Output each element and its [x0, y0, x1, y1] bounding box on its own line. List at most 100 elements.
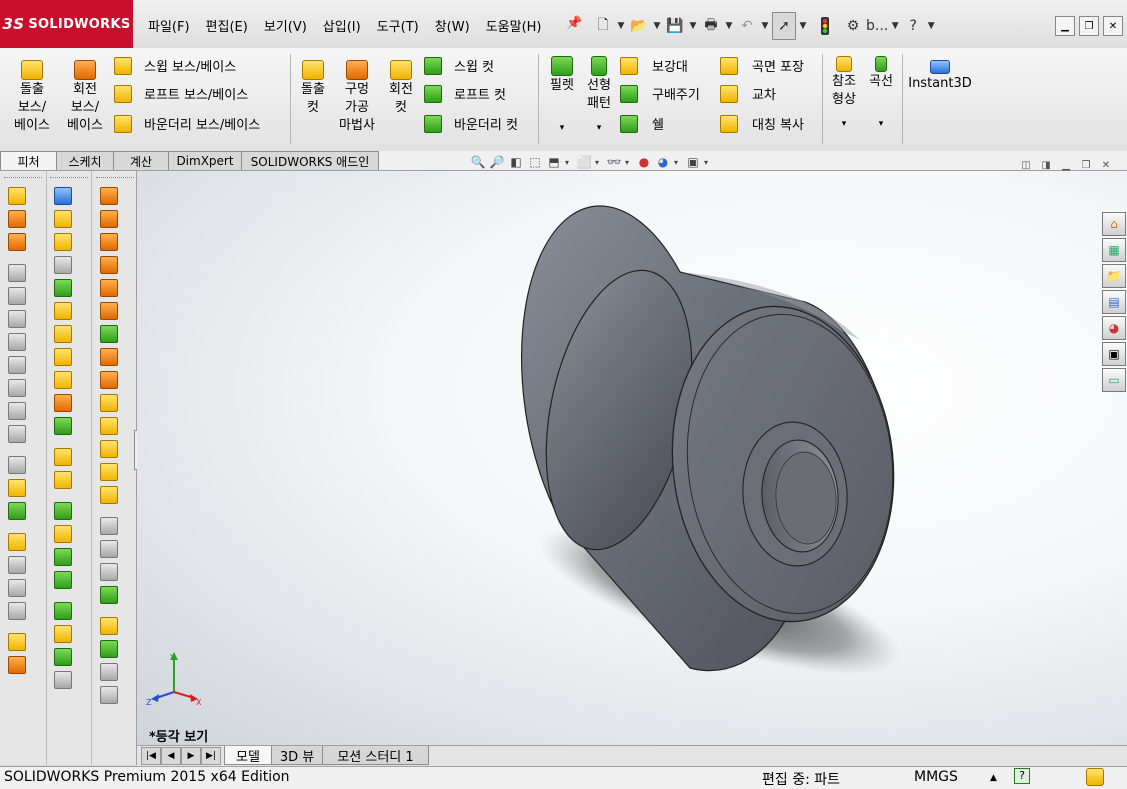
save-dropdown-icon[interactable]: ▼: [688, 21, 698, 31]
extrude-boss-button[interactable]: 돌출 보스/ 베이스: [10, 60, 54, 135]
apply-scene-icon[interactable]: ◕: [655, 155, 671, 169]
dome-icon[interactable]: [8, 502, 26, 520]
doc-close-icon[interactable]: ✕: [1099, 159, 1113, 171]
shell-icon[interactable]: [8, 379, 26, 397]
move-icon[interactable]: [8, 533, 26, 551]
reference-geometry-dropdown-icon[interactable]: ▾: [826, 115, 862, 133]
menu-item-1[interactable]: 편집(E): [198, 14, 256, 38]
solidworks-logo-icon[interactable]: 3S SOLIDWORKS: [0, 0, 133, 48]
edit-appearance-icon[interactable]: ●: [636, 155, 652, 169]
extend-surface-icon[interactable]: [100, 371, 118, 389]
surface-extrude-icon[interactable]: [100, 187, 118, 205]
wrap-icon[interactable]: [8, 479, 26, 497]
surface-sweep-icon[interactable]: [100, 233, 118, 251]
loft-cut-button[interactable]: 로프트 컷: [424, 84, 506, 103]
untrim-icon[interactable]: [100, 563, 118, 581]
help-status-icon[interactable]: ?: [1014, 768, 1030, 784]
rib-icon[interactable]: [8, 402, 26, 420]
appearances-icon[interactable]: ◕: [1102, 316, 1126, 340]
offset-surface-icon[interactable]: [100, 325, 118, 343]
sweep-surface-icon[interactable]: [54, 548, 72, 566]
planar-surface-icon[interactable]: [100, 302, 118, 320]
fillet-icon[interactable]: [8, 287, 26, 305]
axis-icon[interactable]: [54, 394, 72, 412]
custom-properties-icon[interactable]: ▣: [1102, 342, 1126, 366]
radiate-icon[interactable]: [100, 463, 118, 481]
graphics-area[interactable]: [137, 171, 1127, 745]
quick-more-dropdown-icon[interactable]: ▼: [890, 21, 900, 31]
linear-pattern-button[interactable]: 선형 패턴 ▾: [582, 56, 616, 137]
traffic-light-rebuild-icon[interactable]: [810, 13, 840, 39]
mirror-icon[interactable]: [8, 356, 26, 374]
view1-icon[interactable]: [100, 663, 118, 681]
extrude-cut-button[interactable]: 돌출 컷: [296, 60, 330, 117]
mirror-button[interactable]: 대칭 복사: [720, 114, 804, 133]
revolve-boss-button[interactable]: 회전 보스/ 베이스: [62, 60, 108, 135]
first-tab-icon[interactable]: |◀: [141, 747, 161, 765]
boundary-icon[interactable]: [54, 502, 72, 520]
prev-tab-icon[interactable]: ◀: [161, 747, 181, 765]
doc-restore-icon[interactable]: ❐: [1079, 159, 1093, 171]
previous-view-icon[interactable]: ◧: [508, 155, 524, 169]
open-folder-icon[interactable]: 📂: [628, 13, 650, 39]
move-face-icon[interactable]: [100, 540, 118, 558]
section-view-icon[interactable]: ⬚: [527, 155, 543, 169]
minimize-icon[interactable]: ▁: [1055, 16, 1075, 36]
chamfer-icon[interactable]: [8, 310, 26, 328]
print-icon[interactable]: 🖶: [700, 13, 722, 39]
arc-icon[interactable]: [54, 302, 72, 320]
quick-more-label[interactable]: b...: [866, 13, 888, 39]
doc-minimize-icon[interactable]: ▁: [1059, 159, 1073, 171]
boss-icon[interactable]: [54, 448, 72, 466]
zoom-to-fit-icon[interactable]: 🔍: [470, 155, 486, 169]
coordinate-icon[interactable]: [54, 417, 72, 435]
options-icon[interactable]: ⚙: [842, 13, 864, 39]
tab-sketch[interactable]: 스케치: [56, 151, 114, 170]
dropdown-icon[interactable]: ▾: [595, 158, 603, 167]
loft-surface-icon[interactable]: [54, 525, 72, 543]
boundary-boss-button[interactable]: 바운더리 보스/베이스: [114, 114, 260, 133]
spline-icon[interactable]: [54, 325, 72, 343]
surface-revolve-icon[interactable]: [100, 210, 118, 228]
thicken-icon[interactable]: [100, 440, 118, 458]
fillet-button[interactable]: 필렛 ▾: [544, 56, 580, 137]
units-label[interactable]: MMGS: [914, 769, 958, 785]
draft-icon[interactable]: [8, 425, 26, 443]
save-icon[interactable]: 💾: [664, 13, 686, 39]
mid-surface-icon[interactable]: [100, 586, 118, 604]
tab-addins[interactable]: SOLIDWORKS 애드인: [241, 151, 379, 170]
knit-surface-icon[interactable]: [100, 417, 118, 435]
view-orientation-icon[interactable]: ⬜: [576, 155, 592, 169]
tab-dimxpert[interactable]: DimXpert: [168, 151, 242, 170]
pin-icon[interactable]: 📌: [566, 16, 582, 32]
restore-icon[interactable]: ❐: [1079, 16, 1099, 36]
ref-plane-icon[interactable]: [100, 617, 118, 635]
combine-icon[interactable]: [8, 633, 26, 651]
tile-view-icon[interactable]: ◨: [1039, 159, 1053, 171]
tab-motion-study[interactable]: 모션 스터디 1: [322, 746, 429, 765]
select-dropdown-icon[interactable]: ▼: [798, 21, 808, 31]
last-tab-icon[interactable]: ▶|: [201, 747, 221, 765]
split-view-icon[interactable]: ◫: [1019, 159, 1033, 171]
view-settings-icon[interactable]: ▣: [685, 155, 701, 169]
view2-icon[interactable]: [100, 686, 118, 704]
smart-dimension-icon[interactable]: [54, 210, 72, 228]
dynamic-annotation-icon[interactable]: ⬒: [546, 155, 562, 169]
forum-icon[interactable]: ▭: [1102, 368, 1126, 392]
view-palette-icon[interactable]: ▤: [1102, 290, 1126, 314]
sweep-icon[interactable]: [8, 264, 26, 282]
sketch-3d-icon[interactable]: [54, 187, 72, 205]
loft-boss-button[interactable]: 로프트 보스/베이스: [114, 84, 248, 103]
instant3d-button[interactable]: Instant3D: [908, 60, 972, 93]
undo-icon[interactable]: ↶: [736, 13, 758, 39]
revolve-icon[interactable]: [8, 210, 26, 228]
wrap-button[interactable]: 곡면 포장: [720, 56, 804, 75]
hide-show-items-icon[interactable]: 👓: [606, 155, 622, 169]
dropdown-icon[interactable]: ▾: [625, 158, 633, 167]
cut-icon[interactable]: [54, 471, 72, 489]
point-icon[interactable]: [54, 348, 72, 366]
pattern-dropdown-icon[interactable]: ▾: [582, 119, 616, 137]
units-arrow-icon[interactable]: ▲: [990, 773, 997, 783]
menu-item-6[interactable]: 도움말(H): [478, 14, 550, 38]
surface-loft-icon[interactable]: [100, 256, 118, 274]
